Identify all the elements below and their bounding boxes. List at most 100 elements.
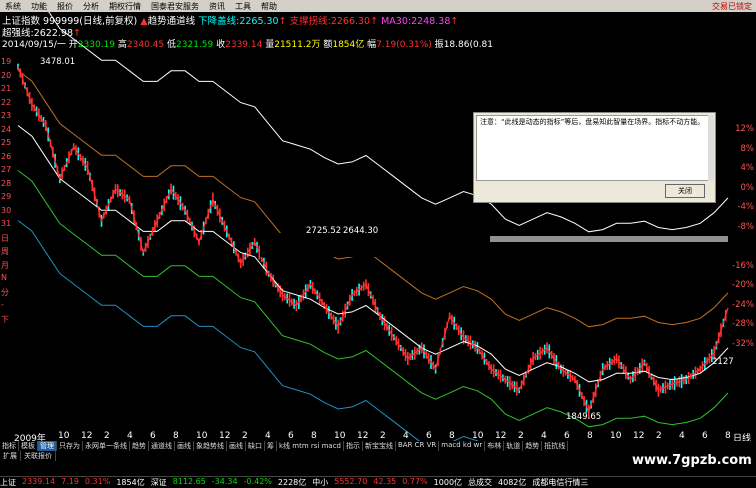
sub-tabs: 扩展 关联报价: [0, 451, 610, 461]
menu-item-analysis[interactable]: 分析: [78, 1, 104, 12]
menu-item-function[interactable]: 功能: [26, 1, 52, 12]
x-tick: 2: [104, 431, 110, 441]
change-label: 幅: [367, 40, 377, 50]
amount-label: 额: [323, 40, 333, 50]
x-tick: 4: [541, 431, 547, 441]
amplitude-label: 振: [434, 40, 444, 50]
x-tick: 8: [725, 431, 731, 441]
indicator-tab[interactable]: 只存为: [57, 441, 83, 451]
x-axis: 2009年 10 12 2 4 6 8 10 12 2 4 6 8 10 12 2 4 6 8 10 12 2 4 6 8 10 1…: [0, 431, 756, 444]
indicator-tab[interactable]: 指示: [344, 441, 363, 451]
y-tick-right: 8%: [740, 143, 755, 154]
indicator-tab[interactable]: 新宝宝线: [363, 441, 396, 451]
site-label: 成都电信行情三: [532, 478, 589, 487]
high-label: 高: [117, 40, 127, 50]
close-label: 收: [216, 40, 226, 50]
up-arrow-icon: ↑: [278, 16, 287, 27]
menu-item-news[interactable]: 资讯: [204, 1, 230, 12]
open-label: 开: [68, 40, 78, 50]
x-tick: 10: [334, 431, 346, 441]
y-tick-left: 19: [1, 57, 12, 66]
sub-tab[interactable]: 关联报价: [21, 451, 56, 461]
indicator-tab[interactable]: 布林: [485, 441, 505, 451]
annotation-low: 1849.65: [566, 412, 602, 422]
menu-item-service[interactable]: 国泰君安服务: [146, 1, 204, 12]
x-tick: 12: [81, 431, 93, 441]
x-tick: 6: [288, 431, 294, 441]
x-tick: 8: [173, 431, 179, 441]
indicator-tab[interactable]: 永网单一条线: [83, 441, 130, 451]
overlay-scrollbar[interactable]: [490, 236, 728, 242]
x-tick: 12: [495, 431, 507, 441]
volume-label: 量: [265, 40, 275, 50]
sh-pct: 0.31%: [84, 477, 111, 486]
y-tick-right: 12%: [735, 124, 754, 134]
menu-item-system[interactable]: 系统: [0, 1, 26, 12]
annotation-right: 2127: [712, 357, 734, 367]
zx-value: 5552.70: [334, 477, 368, 486]
y-tick-left: 25: [1, 138, 12, 147]
indicator-tab[interactable]: 模板: [19, 441, 38, 451]
high-value: 2340.45: [126, 40, 165, 50]
indicator-tab[interactable]: 管理: [38, 441, 57, 451]
x-tick: 2: [518, 431, 524, 441]
trend-icon: ▲: [140, 16, 148, 27]
y-tick-left: 27: [1, 165, 12, 174]
y-tick-left: 26: [1, 151, 12, 161]
indicator-tab[interactable]: BAR CR VR: [396, 441, 440, 451]
trade-lock-status[interactable]: 交易已锁定: [712, 1, 756, 12]
y-tick-right: -16%: [732, 260, 754, 271]
menu-item-options[interactable]: 期权行情: [104, 1, 146, 12]
indicator-tab[interactable]: 缺口: [246, 441, 265, 451]
x-tick: 6: [426, 431, 432, 441]
menu-item-help[interactable]: 帮助: [256, 1, 282, 12]
sh-amount: 1854亿: [116, 478, 145, 487]
down-line-label: 下降盖线:: [198, 16, 240, 27]
indicator-tab[interactable]: 指标: [0, 441, 19, 451]
y-tick-right: -20%: [732, 280, 754, 290]
indicator-tab[interactable]: 画线: [175, 441, 194, 451]
x-tick: 10: [58, 431, 70, 441]
y-tick-right: -4%: [737, 202, 754, 212]
indicator-tab[interactable]: 画线: [227, 441, 246, 451]
down-line-value: 2265.30: [239, 16, 279, 27]
zx-amount: 1000亿: [433, 478, 463, 487]
indicator-tab[interactable]: 筹: [265, 441, 277, 451]
y-tick-left: 31: [1, 219, 12, 228]
notice-dialog: 注意：“此线是动态的指标”等后，盘易知此智量在场界。指标不动方能。 关闭: [473, 112, 716, 203]
x-tick: 6: [150, 431, 156, 441]
x-tick: 8: [449, 431, 455, 441]
indicator-tab[interactable]: 通道线: [149, 441, 175, 451]
x-tick: 10: [472, 431, 484, 441]
indicator-tab[interactable]: 趋势: [523, 441, 543, 451]
indicator-tab[interactable]: k线 mtm rsi macd: [277, 441, 344, 451]
zx-pct: 0.77%: [402, 477, 428, 486]
menu-item-quote[interactable]: 报价: [52, 1, 78, 12]
y-tick-left: 21: [1, 84, 12, 93]
x-tick: 12: [633, 431, 645, 441]
dialog-scrollbar[interactable]: [708, 115, 714, 181]
watermark-text: www.7gpzb.com: [632, 453, 752, 468]
total-label: 总成交: [468, 478, 493, 487]
y-tick-left: 23: [1, 111, 12, 120]
x-tick: 8: [311, 431, 317, 441]
indicator-tab[interactable]: 抵抗线: [542, 441, 569, 451]
y-tick-right: 4%: [740, 163, 755, 173]
dialog-message: 注意：“此线是动态的指标”等后，盘易知此智量在场界。指标不动方能。: [476, 115, 709, 181]
indicator-tab[interactable]: 轨道: [504, 441, 524, 451]
indicator-tab[interactable]: 象趋势线: [194, 441, 227, 451]
y-tick-left: -: [1, 300, 4, 309]
x-tick: 8: [587, 431, 593, 441]
y-tick-right: -28%: [732, 319, 754, 329]
sz-value: 8112.65: [172, 477, 206, 486]
sub-tab[interactable]: 扩展: [0, 451, 21, 461]
indicator-tab[interactable]: 趋势: [130, 441, 149, 451]
menu-item-tools[interactable]: 工具: [230, 1, 256, 12]
y-tick-left: 22: [1, 97, 12, 107]
close-button[interactable]: 关闭: [665, 184, 705, 198]
x-tick: 6: [564, 431, 570, 441]
watermark: www.7gpzb.com: [612, 441, 756, 475]
indicator-tab[interactable]: macd kd wr: [439, 441, 486, 451]
close-value: 2339.14: [225, 40, 263, 50]
open-value: 2330.19: [77, 40, 116, 50]
